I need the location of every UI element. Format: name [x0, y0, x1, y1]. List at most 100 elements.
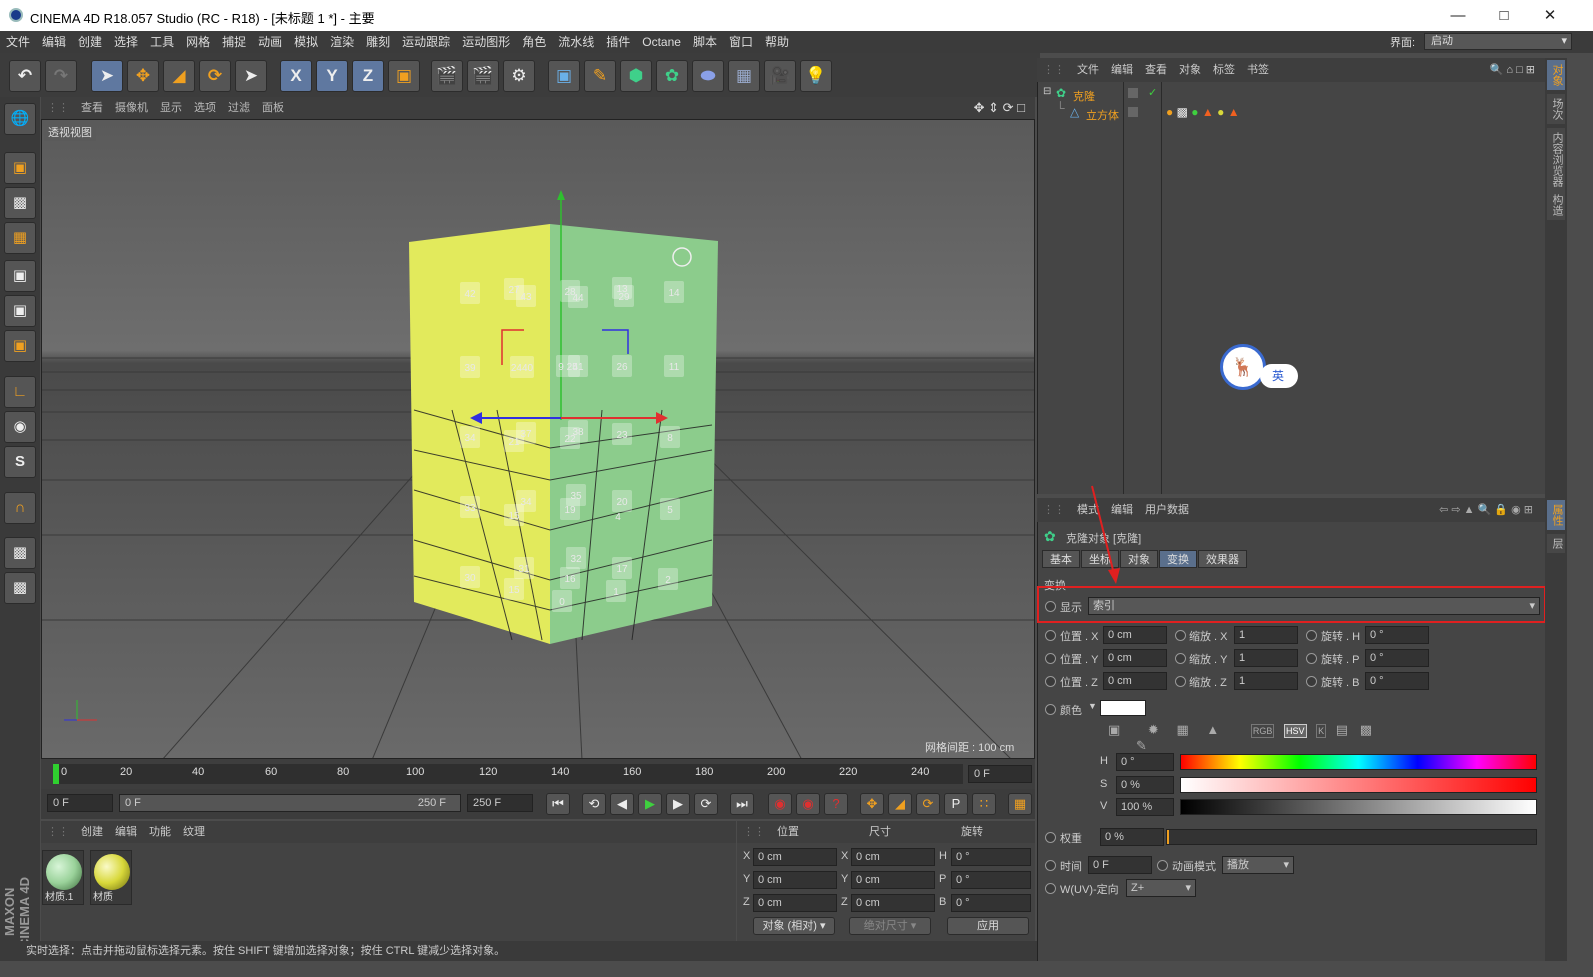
coord-pos-y-field[interactable]: 0 cm [753, 871, 837, 889]
auto-key-button[interactable]: ◉ [796, 793, 820, 815]
interface-layout-select[interactable]: 启动 ▾ [1424, 33, 1572, 50]
hue-field[interactable]: 0 ° [1116, 753, 1174, 771]
menu-animate[interactable]: 动画 [252, 31, 288, 53]
coord-size-x-field[interactable]: 0 cm [851, 848, 935, 866]
vp-menu-options[interactable]: 选项 [188, 97, 222, 119]
coord-pos-z-field[interactable]: 0 cm [753, 894, 837, 912]
camera-button[interactable]: 🎥 [764, 60, 796, 92]
tab-objects[interactable]: 对象 [1547, 60, 1565, 90]
scale-z-radio[interactable] [1175, 676, 1186, 687]
expand-icon[interactable]: ⊟ [1043, 86, 1051, 97]
sat-field[interactable]: 0 % [1116, 776, 1174, 794]
search-icon[interactable]: 🔍 ⌂ □ ⊞ [1484, 58, 1541, 82]
model-mode-icon[interactable]: ▣ [4, 152, 36, 184]
picture-icon[interactable]: ▦ [1176, 722, 1188, 737]
color-radio[interactable] [1045, 704, 1056, 715]
key-param-button[interactable]: P [944, 793, 968, 815]
deformer-button[interactable]: ⬬ [692, 60, 724, 92]
menu-edit[interactable]: 编辑 [36, 31, 72, 53]
viewport-nav-icons[interactable]: ✥ ⇕ ⟳ □ [968, 97, 1031, 119]
menu-sculpt[interactable]: 雕刻 [360, 31, 396, 53]
key-position-button[interactable]: ✥ [860, 793, 884, 815]
enabled-check-icon[interactable]: ✓ [1148, 86, 1157, 99]
last-tool-button[interactable]: ➤ [235, 60, 267, 92]
rot-p-field[interactable]: 0 ° [1365, 649, 1429, 667]
next-key-button[interactable]: ⟳ [694, 793, 718, 815]
menu-help[interactable]: 帮助 [759, 31, 795, 53]
object-row-cube[interactable]: └ △ 立方体 ● ▩ ● ▲ ● ▲ [1038, 101, 1542, 123]
value-slider[interactable] [1180, 799, 1537, 815]
light-button[interactable]: 💡 [800, 60, 832, 92]
pen-spline-button[interactable]: ✎ [584, 60, 616, 92]
tab-layers[interactable]: 层 [1547, 534, 1565, 553]
coord-rot-p-field[interactable]: 0 ° [951, 871, 1031, 889]
rot-h-radio[interactable] [1306, 630, 1317, 641]
goto-end-button[interactable]: ⏭ [730, 793, 754, 815]
color-expand-icon[interactable]: ▼ [1088, 701, 1097, 711]
render-picture-viewer-button[interactable]: 🎬 [467, 60, 499, 92]
scale-y-radio[interactable] [1175, 653, 1186, 664]
coordinate-system-button[interactable]: ▣ [388, 60, 420, 92]
end-frame-field[interactable]: 250 F [467, 794, 533, 812]
record-button[interactable]: ◉ [768, 793, 792, 815]
mat-menu-create[interactable]: 创建 [75, 821, 109, 843]
next-frame-button[interactable]: ▶ [666, 793, 690, 815]
timeline-playhead[interactable] [53, 764, 59, 784]
undo-button[interactable]: ↶ [9, 60, 41, 92]
uv-radio[interactable] [1045, 883, 1056, 894]
om-menu-objects[interactable]: 对象 [1173, 58, 1207, 82]
rot-b-radio[interactable] [1306, 676, 1317, 687]
nav-lock-icons[interactable]: ⇦ ⇨ ▲ 🔍 🔒 ◉ ⊞ [1433, 498, 1539, 522]
hue-slider[interactable] [1180, 754, 1537, 770]
prev-key-button[interactable]: ⟲ [582, 793, 606, 815]
anim-mode-dropdown[interactable]: 播放 ▾ [1222, 856, 1294, 874]
spectrum-icon[interactable]: ✹ [1148, 722, 1159, 737]
timeline-window-button[interactable]: ▦ [1008, 793, 1032, 815]
menu-select[interactable]: 选择 [108, 31, 144, 53]
redo-button[interactable]: ↷ [45, 60, 77, 92]
size-mode-dropdown[interactable]: 绝对尺寸 ▾ [849, 917, 931, 935]
render-settings-button[interactable]: ⚙ [503, 60, 535, 92]
key-pla-button[interactable]: ∷ [972, 793, 996, 815]
rgb-button[interactable]: RGB [1250, 724, 1275, 738]
menu-simulate[interactable]: 模拟 [288, 31, 324, 53]
swatches-icon[interactable]: ▩ [1360, 722, 1372, 737]
coord-size-z-field[interactable]: 0 cm [851, 894, 935, 912]
edges-mode-icon[interactable]: ▣ [4, 295, 36, 327]
rot-b-field[interactable]: 0 ° [1365, 672, 1429, 690]
menu-pipeline[interactable]: 流水线 [552, 31, 600, 53]
menu-tools[interactable]: 工具 [144, 31, 180, 53]
key-rotation-button[interactable]: ⟳ [916, 793, 940, 815]
mat-menu-texture[interactable]: 纹理 [177, 821, 211, 843]
mat-menu-edit[interactable]: 编辑 [109, 821, 143, 843]
coord-rot-b-field[interactable]: 0 ° [951, 894, 1031, 912]
scale-y-field[interactable]: 1 [1234, 649, 1298, 667]
pos-z-radio[interactable] [1045, 676, 1056, 687]
coord-size-y-field[interactable]: 0 cm [851, 871, 935, 889]
planar-workplane-icon[interactable]: ▩ [4, 572, 36, 604]
object-name[interactable]: 立方体 [1086, 107, 1119, 123]
subdivision-surface-button[interactable]: ⬢ [620, 60, 652, 92]
tab-takes[interactable]: 场次 [1547, 94, 1565, 124]
om-menu-bookmarks[interactable]: 书签 [1241, 58, 1275, 82]
color-swatch[interactable] [1100, 700, 1146, 716]
om-menu-edit[interactable]: 编辑 [1105, 58, 1139, 82]
x-axis-toggle[interactable]: X [280, 60, 312, 92]
vp-menu-display[interactable]: 显示 [154, 97, 188, 119]
menu-file[interactable]: 文件 [0, 31, 36, 53]
uv-dropdown[interactable]: Z+ ▾ [1126, 879, 1196, 897]
rot-p-radio[interactable] [1306, 653, 1317, 664]
prev-frame-button[interactable]: ◀ [610, 793, 634, 815]
menu-script[interactable]: 脚本 [687, 31, 723, 53]
mat-menu-function[interactable]: 功能 [143, 821, 177, 843]
pos-y-radio[interactable] [1045, 653, 1056, 664]
menu-character[interactable]: 角色 [516, 31, 552, 53]
workplane-globe-icon[interactable]: 🌐 [4, 103, 36, 135]
maximize-button[interactable]: □ [1481, 0, 1527, 31]
render-view-button[interactable]: 🎬 [431, 60, 463, 92]
points-mode-icon[interactable]: ▣ [4, 260, 36, 292]
weight-slider-knob[interactable] [1167, 830, 1169, 844]
visibility-toggle[interactable] [1128, 107, 1138, 117]
key-scale-button[interactable]: ◢ [888, 793, 912, 815]
mixer-icon[interactable]: ▤ [1336, 722, 1348, 737]
